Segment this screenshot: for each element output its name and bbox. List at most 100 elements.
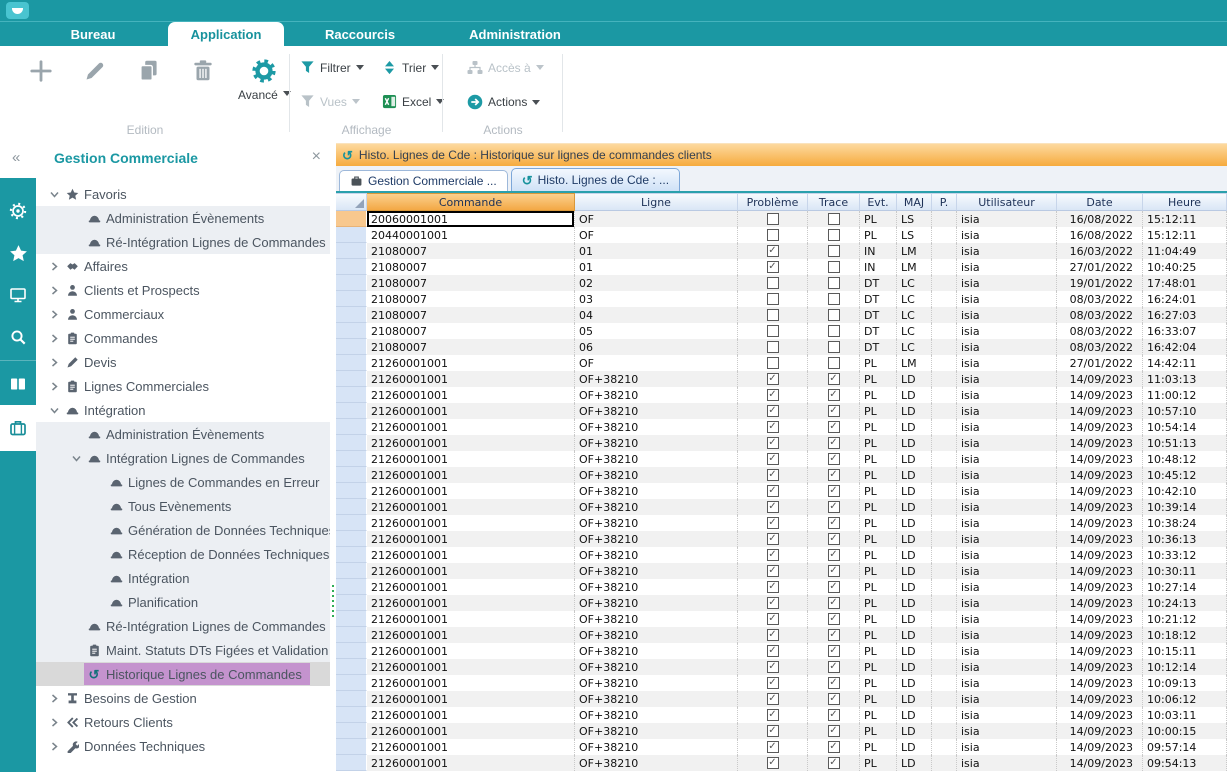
grid-row[interactable]: 21260001001OF+38210✓✓PLLDisia14/09/20231… xyxy=(336,675,1227,691)
row-selector[interactable] xyxy=(336,595,367,611)
cell-heure[interactable]: 10:03:11 xyxy=(1143,707,1227,723)
checkbox-unchecked[interactable] xyxy=(767,229,779,241)
cell-probleme[interactable]: ✓ xyxy=(738,259,808,275)
cell-trace[interactable] xyxy=(808,243,860,259)
cell-commande[interactable]: 21260001001 xyxy=(367,547,575,563)
cell-trace[interactable]: ✓ xyxy=(808,755,860,771)
cell-heure[interactable]: 10:24:13 xyxy=(1143,595,1227,611)
column-header-maj[interactable]: MAJ xyxy=(897,193,932,211)
cell-ligne[interactable]: OF+38210 xyxy=(575,515,738,531)
cell-ligne[interactable]: OF+38210 xyxy=(575,531,738,547)
cell-heure[interactable]: 10:39:14 xyxy=(1143,499,1227,515)
cell-commande[interactable]: 21260001001 xyxy=(367,659,575,675)
cell-ligne[interactable]: OF+38210 xyxy=(575,371,738,387)
checkbox-checked[interactable]: ✓ xyxy=(767,581,779,593)
checkbox-unchecked[interactable] xyxy=(767,341,779,353)
checkbox-checked[interactable]: ✓ xyxy=(828,613,840,625)
grid-row[interactable]: 21260001001OFPLLMisia27/01/202214:42:11 xyxy=(336,355,1227,371)
cell-evt[interactable]: DT xyxy=(860,323,897,339)
cell-date[interactable]: 14/09/2023 xyxy=(1057,419,1143,435)
checkbox-checked[interactable]: ✓ xyxy=(828,501,840,513)
row-selector[interactable] xyxy=(336,227,367,243)
tree-item[interactable]: Lignes Commerciales xyxy=(36,374,330,398)
cell-heure[interactable]: 10:18:12 xyxy=(1143,627,1227,643)
cell-utilisateur[interactable]: isia xyxy=(957,227,1057,243)
cell-commande[interactable]: 21260001001 xyxy=(367,739,575,755)
cell-evt[interactable]: PL xyxy=(860,563,897,579)
checkbox-checked[interactable]: ✓ xyxy=(828,565,840,577)
checkbox-unchecked[interactable] xyxy=(828,293,840,305)
checkbox-checked[interactable]: ✓ xyxy=(767,645,779,657)
cell-maj[interactable]: LD xyxy=(897,675,932,691)
tree-item-chevron[interactable] xyxy=(46,261,62,272)
tree-item-chevron[interactable] xyxy=(46,405,62,416)
cell-utilisateur[interactable]: isia xyxy=(957,739,1057,755)
cell-heure[interactable]: 16:24:01 xyxy=(1143,291,1227,307)
grid-row[interactable]: 2108000701✓INLMisia27/01/202210:40:25 xyxy=(336,259,1227,275)
tree-item-chevron[interactable] xyxy=(46,189,62,200)
cell-p[interactable] xyxy=(932,515,957,531)
grid-row[interactable]: 21260001001OF+38210✓✓PLLDisia14/09/20231… xyxy=(336,563,1227,579)
grid-row[interactable]: 21260001001OF+38210✓✓PLLDisia14/09/20231… xyxy=(336,371,1227,387)
cell-p[interactable] xyxy=(932,659,957,675)
cell-probleme[interactable]: ✓ xyxy=(738,739,808,755)
cell-ligne[interactable]: OF+38210 xyxy=(575,467,738,483)
cell-maj[interactable]: LD xyxy=(897,691,932,707)
column-header-probleme[interactable]: Problème xyxy=(738,193,808,211)
cell-commande[interactable]: 21260001001 xyxy=(367,435,575,451)
tab-bureau[interactable]: Bureau xyxy=(18,22,168,47)
cell-ligne[interactable]: 05 xyxy=(575,323,738,339)
row-selector[interactable] xyxy=(336,723,367,739)
checkbox-checked[interactable]: ✓ xyxy=(767,597,779,609)
cell-p[interactable] xyxy=(932,355,957,371)
cell-p[interactable] xyxy=(932,403,957,419)
cell-maj[interactable]: LD xyxy=(897,595,932,611)
grid-row[interactable]: 21260001001OF+38210✓✓PLLDisia14/09/20231… xyxy=(336,467,1227,483)
cell-maj[interactable]: LD xyxy=(897,451,932,467)
cell-heure[interactable]: 10:33:12 xyxy=(1143,547,1227,563)
cell-p[interactable] xyxy=(932,387,957,403)
checkbox-checked[interactable]: ✓ xyxy=(767,549,779,561)
cell-utilisateur[interactable]: isia xyxy=(957,675,1057,691)
cell-utilisateur[interactable]: isia xyxy=(957,627,1057,643)
cell-commande[interactable]: 21260001001 xyxy=(367,755,575,771)
cell-commande[interactable]: 21080007 xyxy=(367,323,575,339)
grid-row[interactable]: 21260001001OF+38210✓✓PLLDisia14/09/20231… xyxy=(336,419,1227,435)
tree-item[interactable]: Administration Évènements xyxy=(36,422,330,446)
cell-date[interactable]: 16/08/2022 xyxy=(1057,227,1143,243)
cell-p[interactable] xyxy=(932,371,957,387)
cell-probleme[interactable]: ✓ xyxy=(738,387,808,403)
cell-evt[interactable]: PL xyxy=(860,435,897,451)
cell-commande[interactable]: 21260001001 xyxy=(367,387,575,403)
cell-maj[interactable]: LC xyxy=(897,291,932,307)
checkbox-checked[interactable]: ✓ xyxy=(828,437,840,449)
cell-utilisateur[interactable]: isia xyxy=(957,531,1057,547)
row-selector[interactable] xyxy=(336,691,367,707)
cell-utilisateur[interactable]: isia xyxy=(957,323,1057,339)
cell-probleme[interactable]: ✓ xyxy=(738,675,808,691)
tree-item[interactable]: Ré-Intégration Lignes de Commandes xyxy=(36,614,330,638)
cell-ligne[interactable]: OF+38210 xyxy=(575,723,738,739)
rail-item-columns[interactable] xyxy=(0,363,36,405)
column-header-heure[interactable]: Heure xyxy=(1143,193,1227,211)
cell-date[interactable]: 14/09/2023 xyxy=(1057,675,1143,691)
cell-maj[interactable]: LD xyxy=(897,627,932,643)
cell-date[interactable]: 14/09/2023 xyxy=(1057,531,1143,547)
checkbox-unchecked[interactable] xyxy=(828,309,840,321)
column-header-date[interactable]: Date xyxy=(1057,193,1143,211)
cell-ligne[interactable]: OF+38210 xyxy=(575,419,738,435)
cell-p[interactable] xyxy=(932,595,957,611)
cell-date[interactable]: 14/09/2023 xyxy=(1057,755,1143,771)
tree-item[interactable]: Intégration xyxy=(36,398,330,422)
cell-date[interactable]: 14/09/2023 xyxy=(1057,739,1143,755)
cell-heure[interactable]: 11:03:13 xyxy=(1143,371,1227,387)
checkbox-checked[interactable]: ✓ xyxy=(767,405,779,417)
checkbox-checked[interactable]: ✓ xyxy=(828,709,840,721)
cell-evt[interactable]: DT xyxy=(860,291,897,307)
delete-button[interactable] xyxy=(189,57,217,85)
row-selector[interactable] xyxy=(336,211,367,227)
cell-p[interactable] xyxy=(932,275,957,291)
cell-utilisateur[interactable]: isia xyxy=(957,563,1057,579)
cell-p[interactable] xyxy=(932,499,957,515)
checkbox-checked[interactable]: ✓ xyxy=(828,645,840,657)
